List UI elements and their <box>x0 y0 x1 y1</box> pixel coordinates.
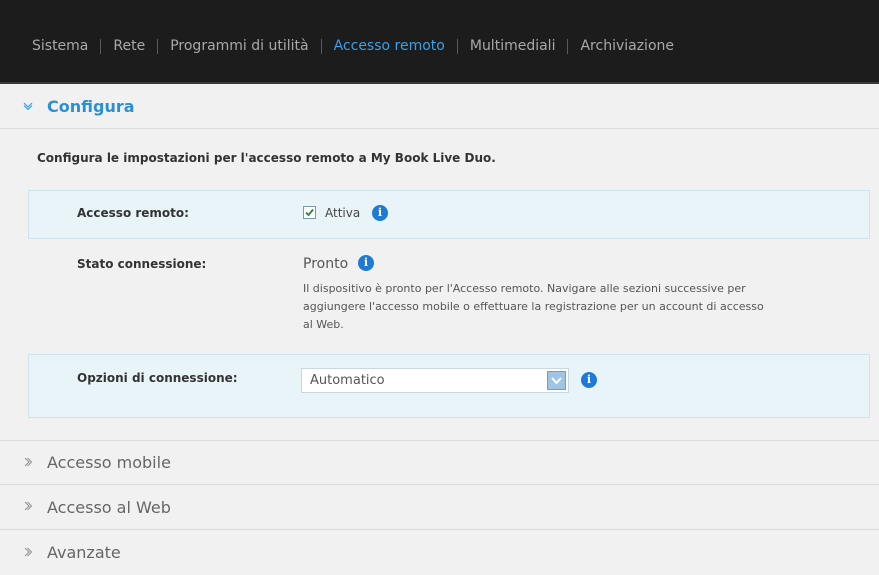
section-accesso-mobile-title: Accesso mobile <box>47 453 171 472</box>
section-accesso-web-header[interactable]: Accesso al Web <box>0 485 879 530</box>
remote-access-checkbox[interactable] <box>303 206 316 219</box>
tab-sistema[interactable]: Sistema <box>32 38 88 54</box>
info-icon[interactable]: i <box>372 205 388 221</box>
chevron-right-icon <box>15 456 41 470</box>
nav-tabs: Sistema Rete Programmi di utilità Access… <box>32 38 674 54</box>
section-accesso-web-title: Accesso al Web <box>47 497 171 517</box>
section-configura-header[interactable]: Configura <box>0 84 879 129</box>
connection-status-label: Stato connessione: <box>77 257 207 271</box>
detail-line: Il dispositivo è pronto per l'Accesso re… <box>303 282 746 295</box>
dropdown-arrow-icon[interactable] <box>547 371 566 390</box>
section-avanzate-title: Avanzate <box>47 543 121 562</box>
detail-line: aggiungere l'accesso mobile o effettuare… <box>303 300 764 313</box>
detail-line: al Web. <box>303 318 344 331</box>
section-configura-title: Configura <box>47 96 135 116</box>
chevron-right-icon <box>15 500 41 514</box>
remote-access-label: Accesso remoto: <box>77 206 189 220</box>
tab-accesso-remoto[interactable]: Accesso remoto <box>334 38 445 54</box>
section-avanzate-header[interactable]: Avanzate <box>0 530 879 575</box>
top-nav: Sistema Rete Programmi di utilità Access… <box>0 0 879 84</box>
tab-divider <box>567 38 569 54</box>
section-accesso-mobile-header[interactable]: Accesso mobile <box>0 440 879 485</box>
info-icon[interactable]: i <box>581 372 597 388</box>
connection-status-detail: Il dispositivo è pronto per l'Accesso re… <box>303 280 764 334</box>
tab-divider <box>320 38 322 54</box>
chevron-down-icon <box>15 99 41 113</box>
section-description: Configura le impostazioni per l'accesso … <box>37 151 496 165</box>
connection-options-select[interactable]: Automatico <box>301 368 569 393</box>
chevron-right-icon <box>15 546 41 560</box>
info-icon[interactable]: i <box>358 255 374 271</box>
tab-divider <box>157 38 159 54</box>
connection-options-label: Opzioni di connessione: <box>77 371 238 385</box>
connection-status-value: Pronto <box>303 256 349 272</box>
tab-programmi-di-utilita[interactable]: Programmi di utilità <box>170 38 308 54</box>
tab-divider <box>456 38 458 54</box>
remote-access-checkbox-label: Attiva <box>325 206 361 220</box>
tab-rete[interactable]: Rete <box>113 38 145 54</box>
tab-multimediali[interactable]: Multimediali <box>470 38 556 54</box>
content-area: Configura Configura le impostazioni per … <box>0 84 879 575</box>
connection-options-selected: Automatico <box>310 373 385 388</box>
tab-divider <box>100 38 102 54</box>
tab-archiviazione[interactable]: Archiviazione <box>580 38 674 54</box>
